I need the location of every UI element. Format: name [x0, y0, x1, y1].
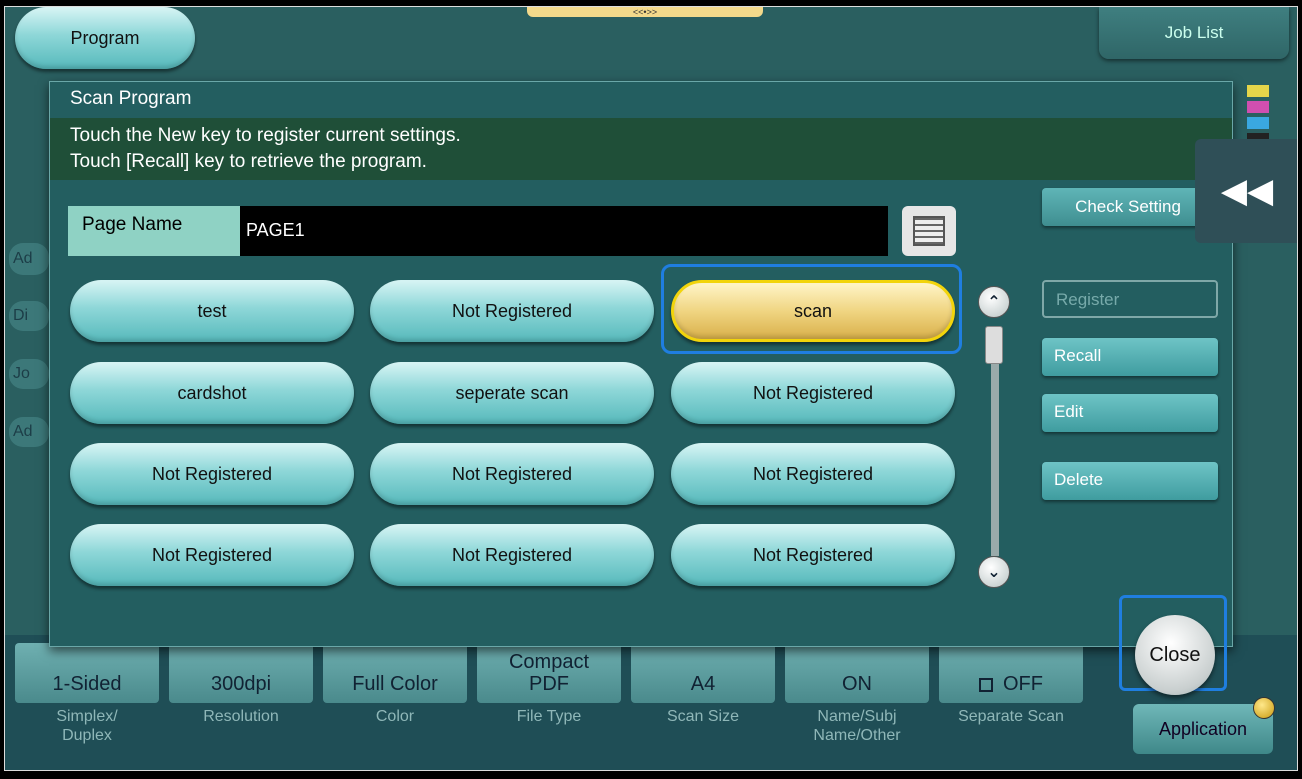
setting-simplex-duplex[interactable]: 1-Sided — [15, 643, 159, 703]
program-button-4[interactable]: cardshot — [70, 362, 354, 424]
bg-button-address: Ad — [9, 243, 49, 275]
list-icon — [913, 216, 945, 246]
tab-job-list[interactable]: Job List — [1099, 7, 1289, 59]
setting-scan-size[interactable]: A4 — [631, 643, 775, 703]
bg-button-direct: Di — [9, 301, 49, 331]
register-button[interactable]: Register — [1042, 280, 1218, 318]
double-left-arrow-icon: ◀◀ — [1220, 172, 1274, 210]
scan-program-dialog: Scan Program Touch the New key to regist… — [49, 81, 1233, 647]
program-button-2[interactable]: Not Registered — [370, 280, 654, 342]
page-list-button[interactable] — [902, 206, 956, 256]
label-simplex-duplex: Simplex/ Duplex — [56, 708, 118, 744]
label-color: Color — [375, 708, 415, 725]
application-button[interactable]: Application — [1133, 704, 1273, 754]
setting-separate-scan[interactable]: OFF — [939, 643, 1083, 703]
recall-button[interactable]: Recall — [1042, 338, 1218, 376]
setting-file-type[interactable]: Compact PDF — [477, 643, 621, 703]
edit-button[interactable]: Edit — [1042, 394, 1218, 432]
tab-program[interactable]: Program — [15, 7, 195, 69]
chevron-up-icon: ⌃ — [987, 294, 1001, 311]
program-button-5[interactable]: seperate scan — [370, 362, 654, 424]
collapse-panel-button[interactable]: ◀◀ — [1195, 139, 1297, 243]
message-line-2: Touch [Recall] key to retrieve the progr… — [70, 151, 427, 172]
program-button-9[interactable]: Not Registered — [671, 443, 955, 505]
close-button[interactable]: Close — [1135, 615, 1215, 695]
setting-resolution[interactable]: 300dpi — [169, 643, 313, 703]
scrollbar-thumb[interactable] — [985, 326, 1003, 364]
chevron-down-icon: ⌄ — [987, 564, 1001, 581]
label-resolution: Resolution — [203, 708, 279, 725]
program-button-12[interactable]: Not Registered — [671, 524, 955, 586]
page-name-label: Page Name — [68, 206, 240, 256]
dialog-title: Scan Program — [70, 88, 192, 109]
program-button-3-selected[interactable]: scan — [671, 280, 955, 342]
delete-button[interactable]: Delete — [1042, 462, 1218, 500]
program-button-7[interactable]: Not Registered — [70, 443, 354, 505]
program-button-10[interactable]: Not Registered — [70, 524, 354, 586]
bg-button-job: Jo — [9, 359, 49, 389]
status-led-icon — [1253, 697, 1275, 719]
program-button-11[interactable]: Not Registered — [370, 524, 654, 586]
scroll-down-button[interactable]: ⌄ — [978, 556, 1010, 588]
instruction-message: Touch the New key to register current se… — [50, 118, 1232, 180]
program-button-8[interactable]: Not Registered — [370, 443, 654, 505]
check-setting-button[interactable]: Check Setting — [1042, 188, 1214, 226]
program-button-1[interactable]: test — [70, 280, 354, 342]
message-line-1: Touch the New key to register current se… — [70, 125, 461, 146]
label-name-subj: Name/Subj Name/Other — [813, 708, 901, 744]
checkbox-icon — [979, 678, 993, 692]
page-name-field[interactable]: PAGE1 — [240, 206, 888, 256]
label-separate-scan: Separate Scan — [958, 708, 1064, 725]
scroll-up-button[interactable]: ⌃ — [978, 286, 1010, 318]
setting-color[interactable]: Full Color — [323, 643, 467, 703]
bg-button-add: Ad — [9, 417, 49, 447]
setting-name-subj[interactable]: ON — [785, 643, 929, 703]
label-scan-size: Scan Size — [666, 708, 740, 725]
screen-frame: Program Job List <<•>> Ad Di Jo Ad ◀◀ 1-… — [4, 6, 1298, 771]
drag-handle[interactable]: <<•>> — [527, 7, 763, 17]
program-button-6[interactable]: Not Registered — [671, 362, 955, 424]
label-file-type: File Type — [516, 708, 582, 725]
